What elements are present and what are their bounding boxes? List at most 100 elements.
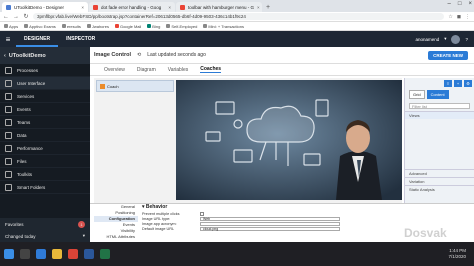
list-view-icon[interactable]: ≡ [444,80,452,87]
add-icon[interactable]: + [454,80,462,87]
tab-label: toolbar with hamburger menu - G [188,4,255,10]
behavior-section-header[interactable]: ▾ Behavior [142,204,462,211]
star-icon[interactable]: ☆ [448,14,452,20]
sidebar-item-smart-folders[interactable]: Smart Folders [0,181,90,194]
bookmark-item[interactable]: Bing [147,24,160,29]
image-url-type-select[interactable]: Web [200,216,340,221]
chevron-down-icon: ▾ [444,36,447,41]
data-icon [5,131,12,139]
bookmark-item[interactable]: Apptivo Exams [24,24,56,29]
help-icon[interactable]: ? [465,37,468,42]
bookmark-item[interactable]: Apps [4,24,18,29]
tab-diagram[interactable]: Diagram [137,67,156,73]
files-icon [5,157,12,165]
section-variation[interactable]: Variation [405,177,474,185]
content-button[interactable]: Content [426,90,449,99]
reload-icon[interactable]: ↻ [23,13,29,20]
tab-variables[interactable]: Variables [168,67,188,73]
browser-tab-strip: UToolkitDemo - Designer × dot fade error… [0,0,474,12]
sidebar-item-label: Services [17,93,35,99]
default-image-url-field[interactable]: cloud.png [200,226,340,231]
word-icon[interactable] [84,249,94,259]
section-static-analysis[interactable]: Static Analysis [405,185,474,193]
hamburger-menu-icon[interactable]: ≡ [0,35,16,44]
sidebar-item-user-interface[interactable]: User Interface [0,77,90,90]
bookmark-icon [203,24,208,28]
save-icon[interactable]: ⟲ [137,52,141,58]
services-icon [5,92,12,100]
section-advanced[interactable]: Advanced [405,169,474,177]
tab-inspector[interactable]: INSPECTOR [58,31,103,47]
events-icon [5,105,12,113]
start-icon[interactable] [4,249,14,259]
user-interface-icon [5,79,12,87]
design-canvas[interactable]: Coach [94,78,402,203]
bookmark-icon [61,24,66,28]
image-app-acronym-field[interactable] [200,221,340,226]
back-arrow-icon[interactable]: ← [3,14,9,20]
favorites-row[interactable]: Favorites 1 [0,218,90,230]
property-label: Default image URL [142,226,175,231]
views-list [405,119,474,169]
sidebar-item-events[interactable]: Events [0,103,90,116]
close-icon[interactable]: × [81,5,84,10]
sidebar-header[interactable]: ‹ UToolkitDemo [0,47,90,64]
browser-tab-google-2[interactable]: toolbar with hamburger menu - G × [176,2,262,12]
sidebar-item-label: Teams [17,119,31,125]
sidebar-item-label: Events [17,106,31,112]
sidebar: ‹ UToolkitDemo Processes User Interface … [0,47,90,242]
close-icon[interactable]: × [257,5,260,10]
extensions-icon[interactable]: ◼ [457,14,461,20]
search-icon[interactable] [20,249,30,259]
sidebar-item-teams[interactable]: Teams [0,116,90,129]
browser-tab-designer[interactable]: UToolkitDemo - Designer × [2,2,88,12]
sidebar-item-label: Files [17,158,27,164]
forward-arrow-icon[interactable]: → [13,14,19,20]
sidebar-item-data[interactable]: Data [0,129,90,142]
bookmark-item[interactable]: Google Mail [114,24,141,29]
minimize-icon[interactable]: – [448,1,451,7]
bookmark-item[interactable]: Jwahores [86,24,109,29]
avatar[interactable] [451,34,461,44]
sidebar-item-services[interactable]: Services [0,90,90,103]
palette-search-input[interactable]: Filter list [409,103,470,109]
close-window-icon[interactable]: × [468,1,472,7]
chrome-icon[interactable] [68,249,78,259]
bookmark-item[interactable]: eresults [61,24,81,29]
new-tab-button[interactable]: + [263,2,273,12]
category-html-attributes[interactable]: HTML Attributes [94,234,138,240]
settings-icon[interactable]: ⚙ [464,80,472,87]
tab-overview[interactable]: Overview [104,67,125,73]
url-input[interactable]: 3pmflbpr.vfab.live/WebFSD/pp/bootstrap.j… [33,13,445,20]
bookmark-label: Self-Employed [171,23,198,29]
bookmark-item[interactable]: Mini: + Transactions [203,24,244,29]
sidebar-item-files[interactable]: Files [0,155,90,168]
excel-icon[interactable] [100,249,110,259]
sidebar-item-processes[interactable]: Processes [0,64,90,77]
create-new-button[interactable]: CREATE NEW [428,50,468,60]
control-title: Image Control [94,52,131,58]
grid-button[interactable]: Grid [409,90,425,99]
sidebar-item-label: Data [17,132,27,138]
property-categories: General Positioning Configuration Events… [94,204,138,243]
image-control-preview[interactable] [176,80,402,200]
maximize-icon[interactable]: □ [458,1,462,7]
tab-designer[interactable]: DESIGNER [16,31,59,47]
palette-coach-item[interactable]: Coach [96,80,174,92]
edge-icon[interactable] [36,249,46,259]
prevent-clicks-checkbox[interactable] [200,211,204,216]
bookmark-item[interactable]: Self-Employed [166,24,197,29]
user-menu[interactable]: anonamend ▾ ? [415,34,474,44]
menu-dots-icon[interactable]: ⋮ [465,14,470,20]
browser-tab-google[interactable]: dot fade error handling - Goog × [89,2,175,12]
close-icon[interactable]: × [168,5,171,10]
folder-icon[interactable] [52,249,62,259]
panel-tools: ≡ + ⚙ [405,78,474,88]
sidebar-item-toolkits[interactable]: Toolkits [0,168,90,181]
property-label: Prevent multiple clicks [142,211,180,216]
changed-today-row[interactable]: Changed today ▾ [0,230,90,242]
tab-coaches[interactable]: Coaches [200,66,222,73]
section-views[interactable]: Views [405,111,474,119]
sidebar-item-performance[interactable]: Performance [0,142,90,155]
chevron-left-icon[interactable]: ‹ [4,53,6,59]
